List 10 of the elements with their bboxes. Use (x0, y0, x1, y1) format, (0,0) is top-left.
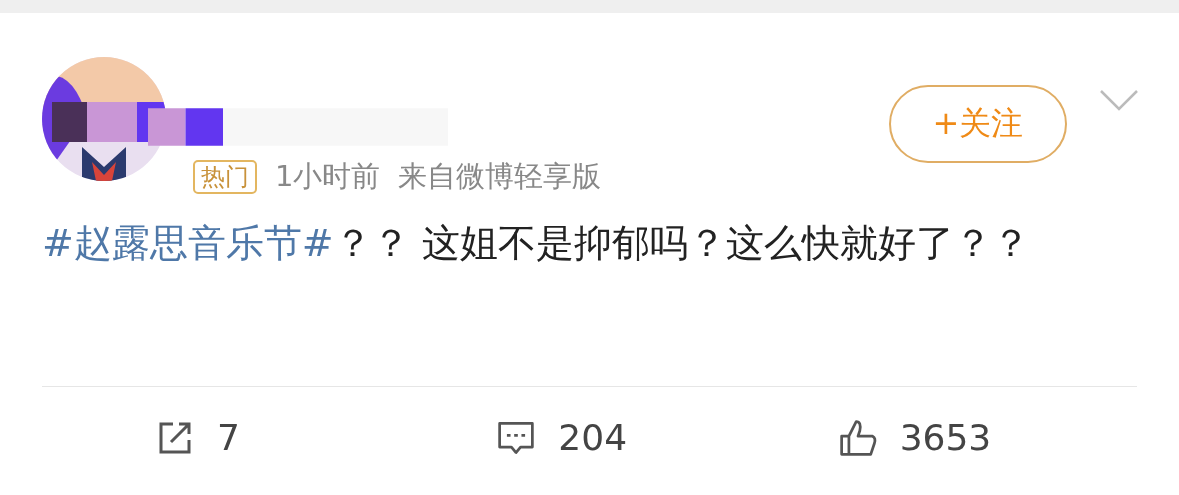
thumbs-up-icon[interactable] (837, 417, 878, 458)
post-time: 1小时前 (275, 158, 381, 195)
post-source: 来自微博轻享版 (398, 158, 602, 195)
follow-button[interactable]: +关注 (889, 85, 1067, 163)
action-count: 3653 (899, 417, 992, 458)
post-text: #赵露思音乐节#？？ 这姐不是抑郁吗？这么快就好了？？ (42, 220, 1031, 267)
action-count: 204 (558, 417, 628, 458)
hashtag-link[interactable]: #赵露思音乐节# (42, 221, 334, 265)
action-count: 7 (217, 417, 240, 458)
hot-tag: 热门 (193, 160, 257, 194)
